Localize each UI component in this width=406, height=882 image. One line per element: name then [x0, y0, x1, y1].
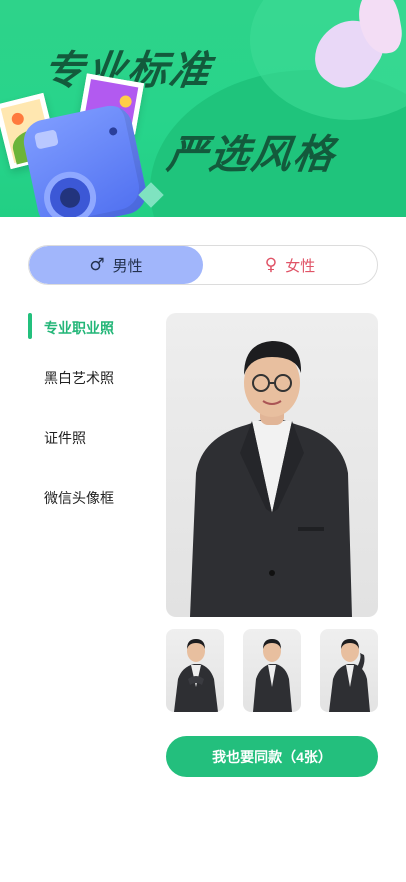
thumbnail-2[interactable]: [243, 629, 301, 712]
thumbnail-1[interactable]: [166, 629, 224, 712]
category-label: 微信头像框: [44, 491, 114, 507]
male-icon: ♂: [89, 255, 105, 275]
main-preview-image: [166, 313, 378, 617]
banner-title-line2: 严选风格: [164, 132, 339, 178]
active-indicator: [28, 313, 32, 339]
thumbnail-portrait: [329, 639, 370, 712]
category-item-black-white[interactable]: 黑白艺术照: [28, 363, 148, 423]
gender-female-option[interactable]: ♀ 女性: [203, 246, 377, 284]
category-label: 专业职业照: [44, 321, 114, 337]
thumbnail-3[interactable]: [320, 629, 378, 712]
category-item-id-photo[interactable]: 证件照: [28, 423, 148, 483]
gender-female-label: 女性: [285, 256, 316, 275]
hero-banner: 专业标准 严选风格: [0, 0, 406, 217]
portrait-illustration: [190, 341, 352, 617]
category-label: 黑白艺术照: [44, 371, 114, 387]
category-label: 证件照: [44, 431, 86, 447]
category-item-wechat-frame[interactable]: 微信头像框: [28, 483, 148, 543]
female-icon: ♀: [264, 255, 278, 275]
category-item-professional[interactable]: 专业职业照: [28, 313, 148, 363]
gender-male-label: 男性: [112, 256, 143, 275]
thumbnail-portrait: [253, 639, 292, 712]
category-list: 专业职业照 黑白艺术照 证件照 微信头像框: [28, 313, 148, 543]
use-same-style-button[interactable]: 我也要同款（4张）: [166, 736, 378, 777]
gender-male-option[interactable]: ♂ 男性: [29, 246, 203, 284]
gender-toggle: ♂ 男性 ♀ 女性: [28, 245, 378, 285]
thumbnail-portrait: [174, 639, 218, 712]
